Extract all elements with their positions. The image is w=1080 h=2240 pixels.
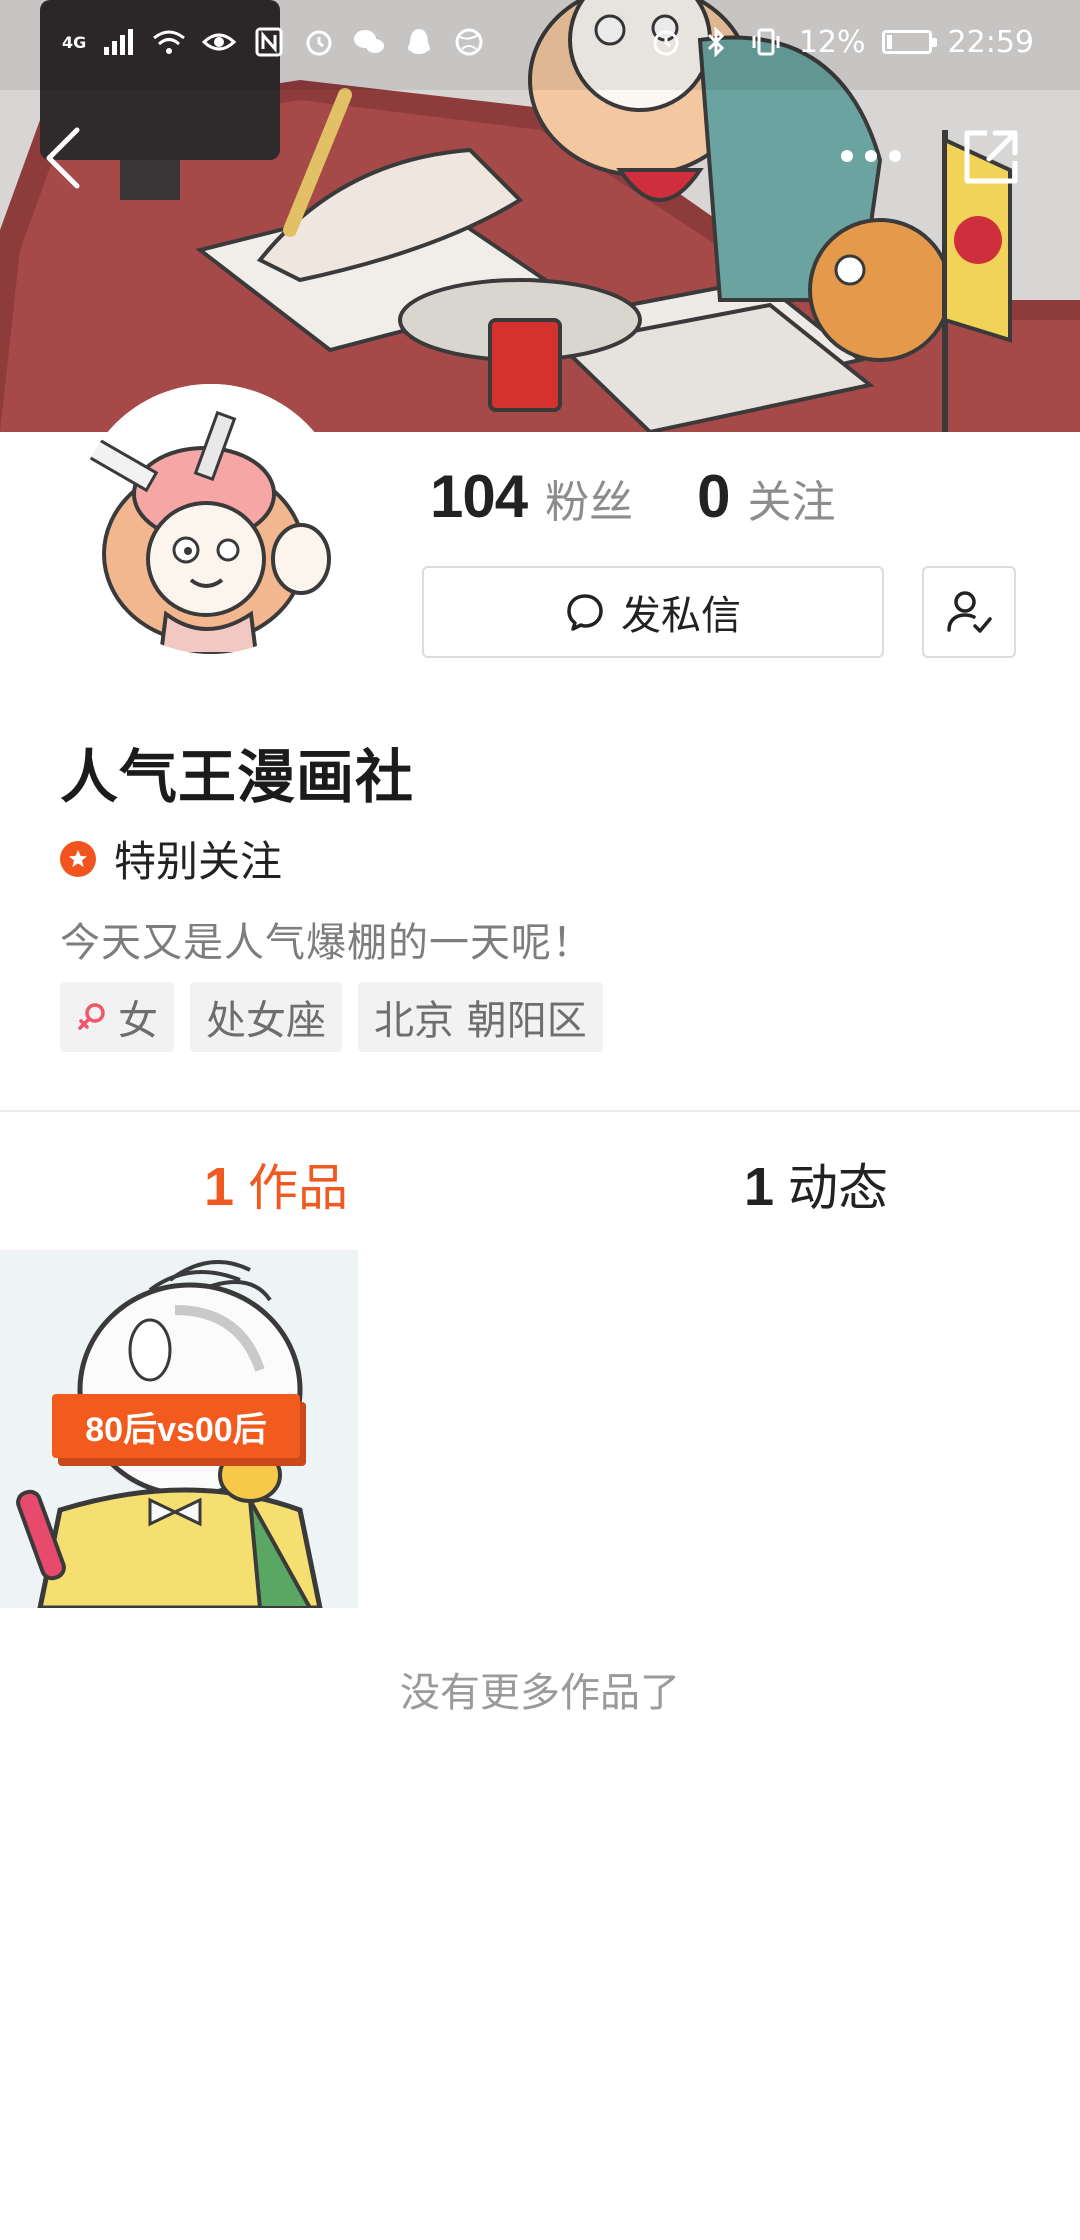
location-tag: 北京 朝阳区: [358, 982, 603, 1052]
wechat-icon: [352, 25, 386, 59]
alarm-icon: [302, 25, 336, 59]
eye-icon: [202, 25, 237, 59]
zodiac-tag-label: 处女座: [206, 998, 326, 1044]
signal-icon: [102, 25, 136, 59]
avatar-illustration: [76, 384, 346, 654]
nfc-icon: [252, 25, 286, 59]
network-label: 4G: [62, 32, 87, 52]
followers-count: 104: [430, 463, 528, 530]
back-button[interactable]: [28, 116, 98, 200]
battery-level: [886, 35, 892, 49]
status-bar: 4G 12% 22:59: [0, 0, 1080, 84]
profile-banner[interactable]: 4G 12% 22:59: [0, 0, 1080, 432]
vibrate-icon: [749, 25, 783, 59]
profile-bio: 今天又是人气爆棚的一天呢！: [60, 920, 593, 966]
bluetooth-icon: [699, 25, 733, 59]
tab-works-label: 作品: [248, 1159, 349, 1217]
alarm-clock-icon: [649, 25, 683, 59]
share-button[interactable]: [950, 116, 1032, 198]
tab-works[interactable]: 1 作品: [204, 1148, 348, 1220]
gender-tag-label: 女: [118, 998, 158, 1044]
share-icon: [964, 130, 1018, 184]
qq-icon: [402, 25, 436, 59]
profile-tags: 女 处女座 北京 朝阳区: [60, 982, 603, 1052]
chevron-left-icon: [46, 127, 80, 189]
tab-moments-count: 1: [744, 1157, 775, 1217]
special-follow-row[interactable]: 特别关注: [60, 828, 282, 889]
no-more-works: 没有更多作品了: [400, 1670, 680, 1716]
tab-moments[interactable]: 1 动态: [744, 1148, 888, 1220]
message-button-label: 发私信: [621, 593, 741, 639]
browser-icon: [452, 25, 486, 59]
more-button[interactable]: [828, 126, 914, 186]
star-icon: [60, 840, 96, 877]
chat-bubble-icon: [567, 594, 603, 631]
message-button[interactable]: 发私信: [422, 566, 884, 658]
following-stat[interactable]: 0 关注: [697, 462, 835, 531]
more-dots-icon: [841, 150, 901, 162]
follow-status-button[interactable]: [922, 566, 1016, 658]
status-time: 22:59: [947, 24, 1034, 60]
status-right: 12% 22:59: [649, 25, 1034, 60]
status-left: 4G: [62, 25, 486, 59]
profile-stats: 104 粉丝 0 关注: [430, 462, 835, 531]
work-title-badge: 80后vs00后: [52, 1394, 300, 1458]
tab-moments-label: 动态: [788, 1159, 889, 1217]
gender-tag: 女: [60, 982, 174, 1052]
battery-percent: 12%: [798, 24, 866, 60]
location-tag-label: 北京 朝阳区: [374, 998, 587, 1044]
user-check-icon: [947, 591, 992, 633]
profile-name: 人气王漫画社: [60, 743, 415, 811]
following-label: 关注: [747, 477, 836, 528]
following-count: 0: [697, 463, 730, 530]
zodiac-tag: 处女座: [190, 982, 342, 1052]
section-divider: [0, 1110, 1080, 1112]
followers-stat[interactable]: 104 粉丝: [430, 462, 633, 531]
special-follow-label: 特别关注: [114, 837, 283, 886]
followers-label: 粉丝: [545, 477, 634, 528]
battery-icon: [881, 30, 937, 54]
wifi-icon: [152, 25, 186, 59]
tab-works-count: 1: [204, 1157, 235, 1217]
female-icon: [78, 1003, 105, 1030]
avatar[interactable]: [76, 384, 346, 654]
